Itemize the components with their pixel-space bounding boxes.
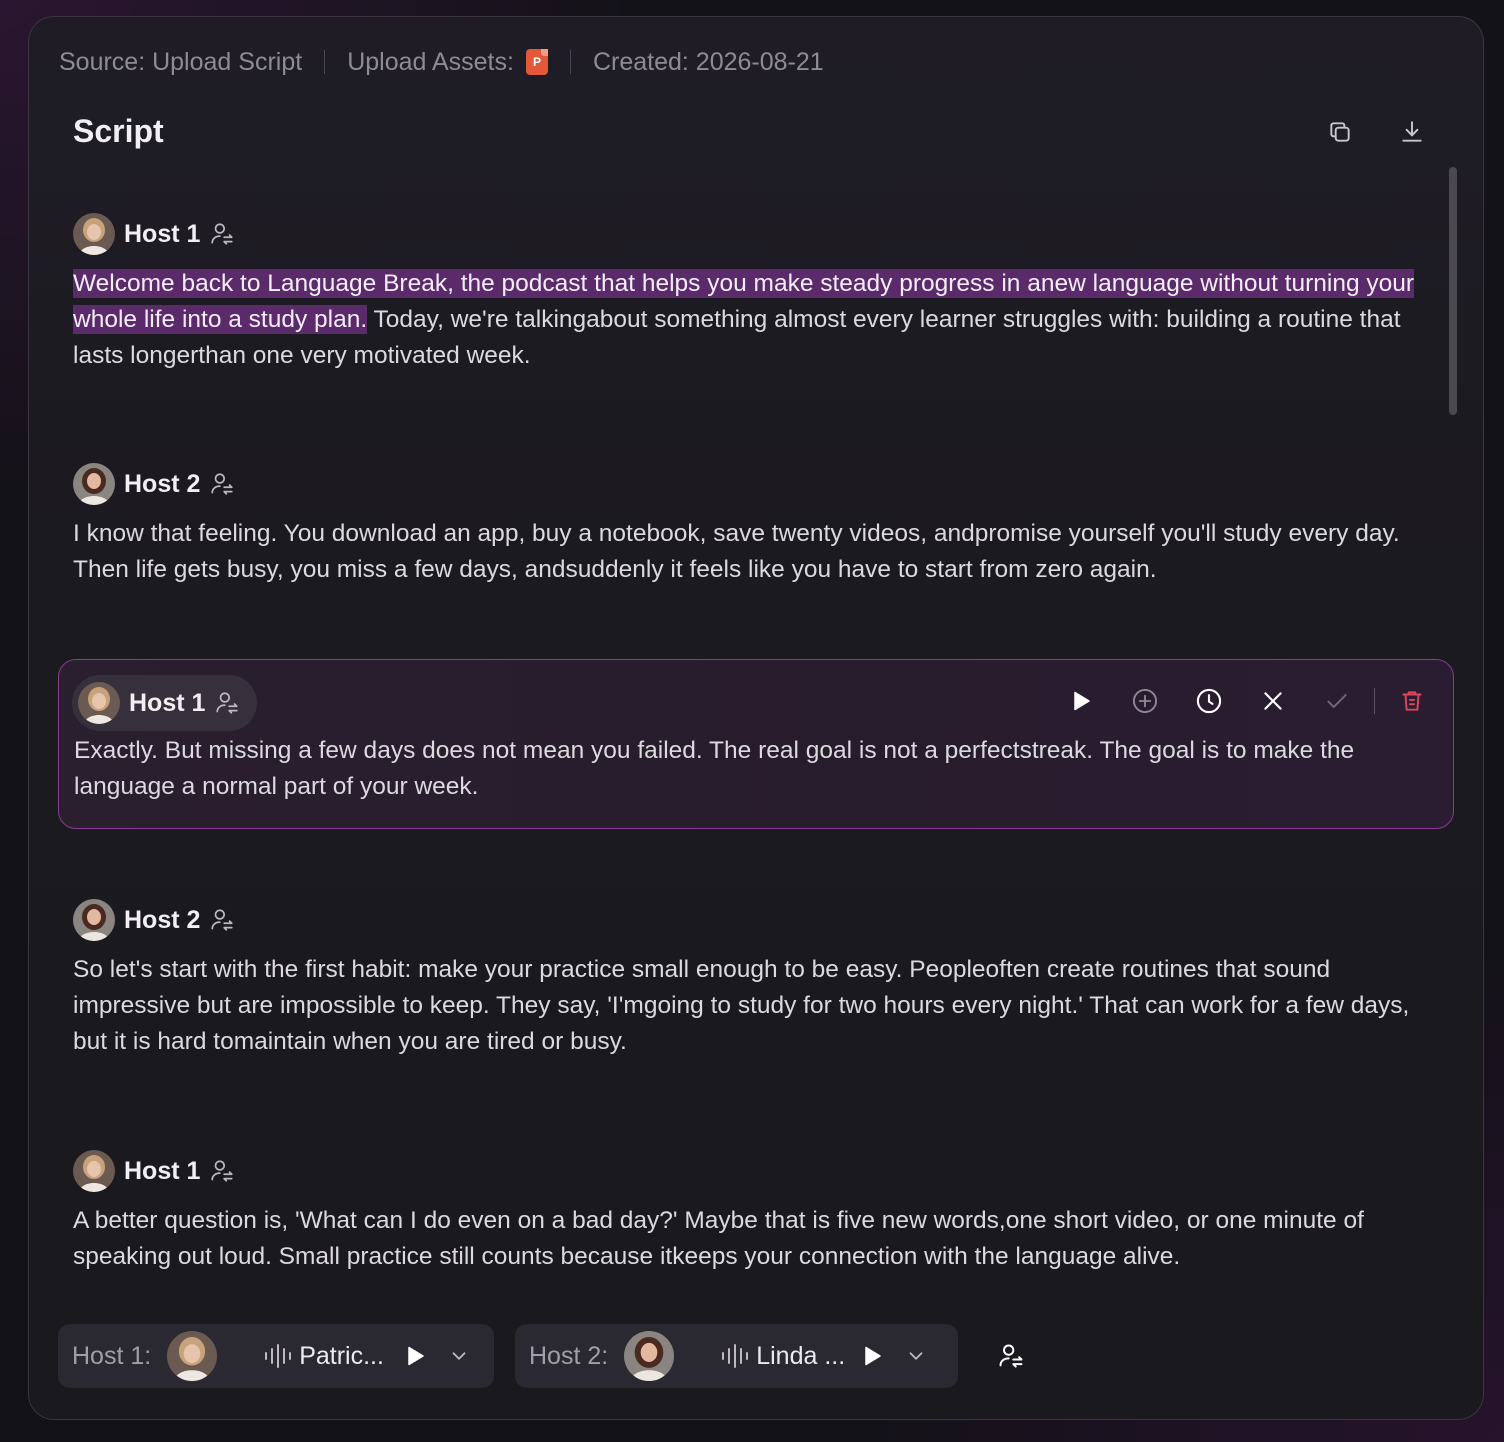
play-icon[interactable] bbox=[1066, 686, 1096, 716]
clock-icon[interactable] bbox=[1194, 686, 1224, 716]
speaker-name: Host 2 bbox=[124, 905, 201, 934]
source-label: Source: Upload Script bbox=[59, 47, 303, 76]
host1-play-icon[interactable] bbox=[401, 1342, 429, 1370]
page-title: Script bbox=[73, 113, 164, 149]
selected-script-entry[interactable]: Host 1 Exactly. But missing a few days d… bbox=[58, 659, 1454, 829]
host2-avatar bbox=[624, 1331, 675, 1381]
speaker-name: Host 1 bbox=[124, 1156, 201, 1185]
speaker-name: Host 1 bbox=[124, 219, 201, 248]
close-icon[interactable] bbox=[1258, 686, 1288, 716]
entry-text[interactable]: So let's start with the first habit: mak… bbox=[73, 952, 1443, 1060]
meta-bar: Source: Upload Script Upload Assets: P C… bbox=[59, 45, 824, 79]
speaker-name: Host 2 bbox=[124, 469, 201, 498]
avatar bbox=[78, 682, 120, 724]
waveform-icon bbox=[720, 1341, 750, 1371]
script-entry[interactable]: Host 1 A better question is, 'What can I… bbox=[73, 1149, 1443, 1275]
add-circle-icon[interactable] bbox=[1130, 686, 1160, 716]
meta-divider bbox=[569, 50, 571, 74]
copy-icon[interactable] bbox=[1325, 117, 1355, 147]
host1-voice-card[interactable]: Host 1: Patric... bbox=[58, 1324, 494, 1388]
meta-divider bbox=[324, 50, 326, 74]
swap-hosts-icon[interactable] bbox=[996, 1341, 1026, 1371]
waveform-icon bbox=[263, 1341, 293, 1371]
switch-speaker-icon[interactable] bbox=[208, 906, 236, 934]
speaker-row: Host 2 bbox=[73, 898, 1443, 942]
entry-text[interactable]: Exactly. But missing a few days does not… bbox=[74, 733, 1444, 805]
speaker-row: Host 1 bbox=[73, 212, 1443, 256]
ppt-file-icon[interactable]: P bbox=[525, 49, 548, 75]
scrollbar[interactable] bbox=[1449, 167, 1457, 415]
avatar bbox=[73, 213, 115, 255]
script-entry[interactable]: Host 1 Welcome back to Language Break, t… bbox=[73, 212, 1443, 374]
entry-text[interactable]: I know that feeling. You download an app… bbox=[73, 516, 1443, 588]
host2-voice-name: Linda ... bbox=[756, 1341, 846, 1370]
toolbar-divider bbox=[1374, 688, 1375, 714]
avatar bbox=[73, 899, 115, 941]
download-icon[interactable] bbox=[1397, 117, 1427, 147]
voice-bar: Host 1: Patric... Host 2: Linda ... bbox=[58, 1323, 1026, 1389]
script-entry[interactable]: Host 2 I know that feeling. You download… bbox=[73, 462, 1443, 588]
speaker-pill[interactable]: Host 1 bbox=[72, 675, 258, 731]
host2-chevron-down-icon[interactable] bbox=[902, 1342, 930, 1370]
created-label: Created: 2026-08-21 bbox=[592, 47, 824, 76]
host1-label: Host 1: bbox=[72, 1341, 152, 1370]
script-entry[interactable]: Host 2 So let's start with the first hab… bbox=[73, 898, 1443, 1060]
entry-toolbar bbox=[1066, 686, 1427, 716]
script-actions bbox=[1325, 117, 1427, 147]
entry-text[interactable]: A better question is, 'What can I do eve… bbox=[73, 1203, 1443, 1275]
assets-label: Upload Assets: bbox=[347, 47, 514, 76]
script-panel: Source: Upload Script Upload Assets: P C… bbox=[28, 16, 1484, 1420]
host1-avatar bbox=[167, 1331, 218, 1381]
switch-speaker-icon[interactable] bbox=[208, 220, 236, 248]
speaker-name: Host 1 bbox=[129, 688, 206, 717]
speaker-row: Host 2 bbox=[73, 462, 1443, 506]
host1-chevron-down-icon[interactable] bbox=[445, 1342, 473, 1370]
avatar bbox=[73, 463, 115, 505]
switch-speaker-icon[interactable] bbox=[208, 470, 236, 498]
switch-speaker-icon[interactable] bbox=[208, 1157, 236, 1185]
host2-voice-card[interactable]: Host 2: Linda ... bbox=[515, 1324, 958, 1388]
host2-label: Host 2: bbox=[529, 1341, 609, 1370]
switch-speaker-icon[interactable] bbox=[213, 689, 241, 717]
check-icon[interactable] bbox=[1322, 686, 1352, 716]
entry-text[interactable]: Welcome back to Language Break, the podc… bbox=[73, 266, 1443, 374]
avatar bbox=[73, 1150, 115, 1192]
trash-icon[interactable] bbox=[1397, 686, 1427, 716]
host2-play-icon[interactable] bbox=[858, 1342, 886, 1370]
host1-voice-name: Patric... bbox=[299, 1341, 384, 1370]
speaker-row: Host 1 bbox=[73, 1149, 1443, 1193]
